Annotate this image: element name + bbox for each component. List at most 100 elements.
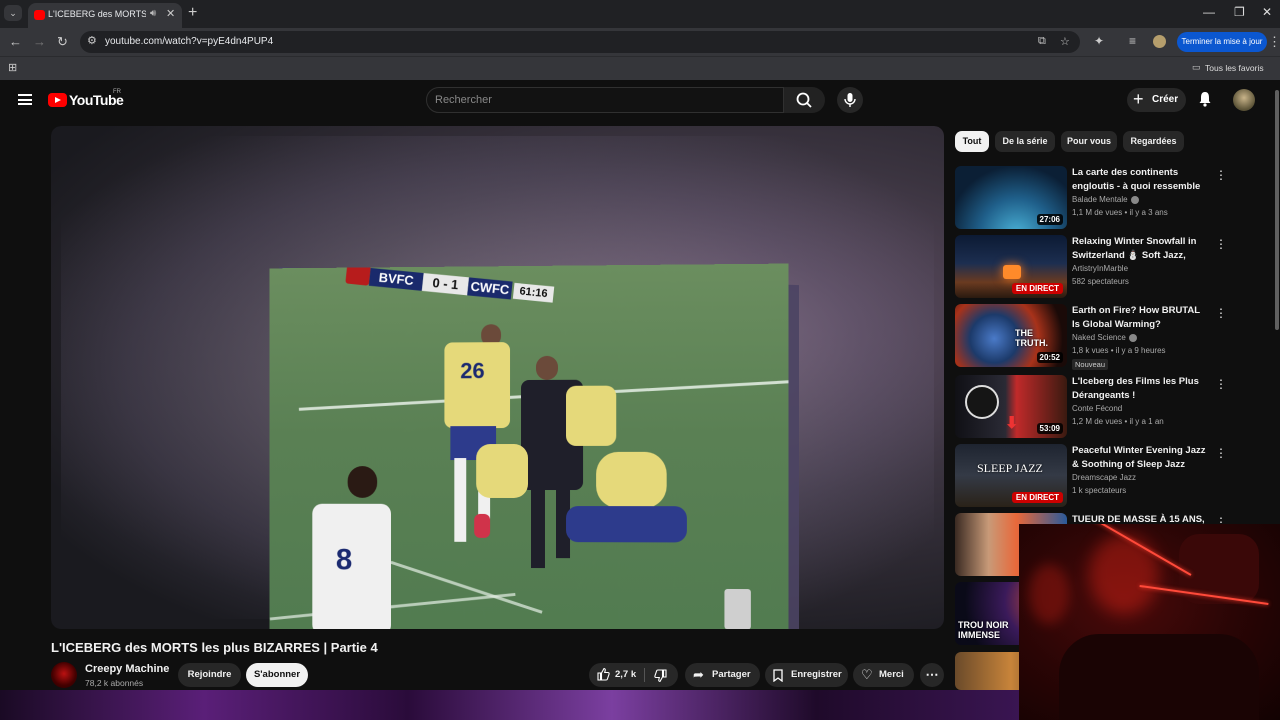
thumbnail-caption: SLEEP JAZZ <box>977 461 1043 475</box>
channel-name[interactable]: Creepy Machine <box>85 663 169 675</box>
channel-name[interactable]: Conte Fécond <box>1072 404 1122 413</box>
recommendation-item[interactable]: 27:06 La carte des continents engloutis … <box>955 166 1265 229</box>
jersey-number: 8 <box>335 543 353 577</box>
like-count: 2,7 k <box>615 669 637 680</box>
notifications-bell-icon[interactable] <box>1198 91 1212 110</box>
more-actions-button[interactable]: ⋯ <box>920 663 944 687</box>
football-pitch-frame: BVFC 0 - 1 CWFC 61:16 26 8 <box>269 263 789 629</box>
boot <box>474 513 491 538</box>
search-input[interactable] <box>435 93 765 107</box>
more-options-icon[interactable]: ⋮ <box>1215 306 1227 320</box>
chip-series[interactable]: De la série <box>995 131 1055 152</box>
bookmark-star-icon[interactable]: ☆ <box>1060 35 1070 48</box>
address-bar[interactable]: ⚙ youtube.com/watch?v=pyE4dn4PUP4 ⧉ ☆ <box>80 31 1080 53</box>
new-badge: Nouveau <box>1072 359 1109 370</box>
bookmark-icon <box>773 663 783 690</box>
new-tab-icon[interactable]: + <box>188 4 197 22</box>
channel-name[interactable]: ArtistryInMarble <box>1072 264 1128 273</box>
bookmarks-bar: ⊞ ▭ Tous les favoris <box>0 56 1280 80</box>
player-shirt <box>444 342 511 429</box>
pitch-line <box>269 592 516 621</box>
match-clock: 61:16 <box>512 282 555 303</box>
share-button[interactable]: ➦ Partager <box>685 663 760 687</box>
recommendation-item[interactable]: EN DIRECT Relaxing Winter Snowfall in Sw… <box>955 235 1265 298</box>
like-button[interactable]: 2,7 k <box>589 663 644 687</box>
youtube-logo-icon[interactable] <box>48 93 67 107</box>
player-leg <box>454 458 467 542</box>
thanks-button[interactable]: ♡ Merci <box>853 663 914 687</box>
video-thumbnail[interactable]: SLEEP JAZZ EN DIRECT <box>955 444 1067 507</box>
page-bottom-artwork <box>0 690 1020 720</box>
search-button[interactable] <box>784 87 825 113</box>
profile-avatar[interactable] <box>1153 35 1166 48</box>
dislike-button[interactable] <box>645 663 678 687</box>
chip-watched[interactable]: Regardées <box>1123 131 1184 152</box>
all-bookmarks[interactable]: Tous les favoris <box>1205 63 1264 73</box>
channel-name[interactable]: Dreamscape Jazz <box>1072 473 1136 482</box>
channel-name[interactable]: Balade Mentale <box>1072 195 1139 204</box>
away-team: CWFC <box>467 277 513 300</box>
recommendation-item[interactable]: ⬇ 53:09 L'Iceberg des Films les Plus Dér… <box>955 375 1265 438</box>
extensions-icon[interactable]: ✦ <box>1094 34 1104 48</box>
menu-icon[interactable]: ⋮ <box>1268 34 1280 50</box>
save-button[interactable]: Enregistrer <box>765 663 848 687</box>
video-thumbnail[interactable]: 27:06 <box>955 166 1067 229</box>
red-light-glow <box>1029 564 1069 624</box>
recommendation-item[interactable]: THE TRUTH. 20:52 Earth on Fire? How BRUT… <box>955 304 1265 374</box>
video-thumbnail[interactable]: ⬇ 53:09 <box>955 375 1067 438</box>
video-title[interactable]: Relaxing Winter Snowfall in Switzerland … <box>1072 235 1210 262</box>
tab-search-icon[interactable]: ⌄ <box>4 5 22 21</box>
site-info-icon[interactable]: ⚙ <box>87 34 97 47</box>
region-code: FR <box>113 89 121 95</box>
account-avatar[interactable] <box>1233 89 1255 111</box>
guide-menu-icon[interactable] <box>18 94 32 105</box>
video-title[interactable]: La carte des continents engloutis - à qu… <box>1072 166 1210 193</box>
maximize-icon[interactable]: ❐ <box>1234 5 1245 19</box>
chip-for-you[interactable]: Pour vous <box>1061 131 1117 152</box>
subscribe-button[interactable]: S'abonner <box>246 663 308 687</box>
search-box <box>426 87 784 113</box>
figure-silhouette <box>1059 634 1259 720</box>
close-window-icon[interactable]: ✕ <box>1262 5 1272 19</box>
minimize-icon[interactable]: — <box>1203 5 1215 19</box>
more-options-icon[interactable]: ⋮ <box>1215 446 1227 460</box>
video-thumbnail[interactable]: EN DIRECT <box>955 235 1067 298</box>
back-icon[interactable]: ← <box>9 34 22 49</box>
search-icon <box>796 92 812 108</box>
video-player[interactable]: BVFC 0 - 1 CWFC 61:16 26 8 <box>51 126 944 629</box>
close-tab-icon[interactable]: ✕ <box>166 7 175 20</box>
join-button[interactable]: Rejoindre <box>178 663 241 687</box>
more-options-icon[interactable]: ⋮ <box>1215 168 1227 182</box>
update-button[interactable]: Terminer la mise à jour <box>1177 32 1267 52</box>
video-title[interactable]: Earth on Fire? How BRUTAL Is Global Warm… <box>1072 304 1210 331</box>
thumbs-down-icon <box>654 669 668 688</box>
referee-leg <box>530 488 545 569</box>
verified-icon <box>1128 333 1137 342</box>
browser-tab[interactable]: L'ICEBERG des MORTS les p 🔊︎ ✕ <box>28 3 182 28</box>
channel-name[interactable]: Naked Science <box>1072 333 1137 342</box>
recommendation-item[interactable]: SLEEP JAZZ EN DIRECT Peaceful Winter Eve… <box>955 444 1265 507</box>
video-thumbnail[interactable]: THE TRUTH. 20:52 <box>955 304 1067 367</box>
more-options-icon[interactable]: ⋮ <box>1215 377 1227 391</box>
voice-search-button[interactable] <box>837 87 863 113</box>
apps-grid-icon[interactable]: ⊞ <box>8 61 17 74</box>
jersey-number: 26 <box>460 358 485 384</box>
chip-all[interactable]: Tout <box>955 131 989 152</box>
install-icon[interactable]: ⧉ <box>1038 35 1046 48</box>
red-arrow-icon: ⬇ <box>1005 415 1019 432</box>
create-button[interactable]: + Créer <box>1127 88 1186 112</box>
video-meta: 1,1 M de vues • il y a 3 ans <box>1072 208 1168 217</box>
save-label: Enregistrer <box>791 669 842 680</box>
page-scrollbar[interactable] <box>1275 90 1279 330</box>
channel-avatar[interactable] <box>51 662 77 688</box>
thumbs-up-icon <box>596 667 610 686</box>
reading-list-icon[interactable]: ≡ <box>1129 34 1136 48</box>
more-horizontal-icon: ⋯ <box>925 667 939 682</box>
reload-icon[interactable]: ↻ <box>57 34 68 50</box>
video-title[interactable]: L'Iceberg des Films les Plus Dérangeants… <box>1072 375 1210 402</box>
more-options-icon[interactable]: ⋮ <box>1215 237 1227 251</box>
video-meta: 1,2 M de vues • il y a 1 an <box>1072 417 1164 426</box>
speaker-icon[interactable]: 🔊︎ <box>150 8 156 19</box>
forward-icon[interactable]: → <box>33 34 46 49</box>
video-title[interactable]: Peaceful Winter Evening Jazz & Soothing … <box>1072 444 1210 471</box>
